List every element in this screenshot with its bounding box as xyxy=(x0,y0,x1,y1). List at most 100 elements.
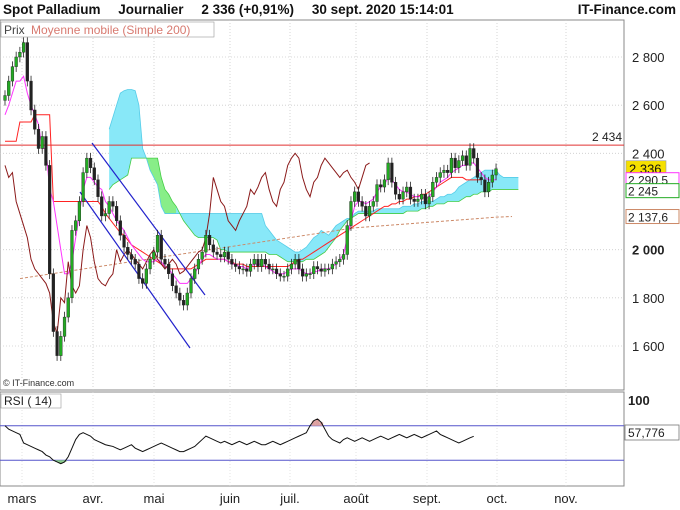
candle-down xyxy=(360,201,364,207)
candle-up xyxy=(345,225,349,255)
candle-up xyxy=(438,172,442,178)
candle-down xyxy=(51,273,55,332)
x-tick-label: mars xyxy=(8,491,37,506)
rsi-label: RSI ( 14) xyxy=(4,394,52,408)
indicator-tag: 2 137,6 xyxy=(628,211,668,225)
candle-down xyxy=(274,268,279,274)
candle-up xyxy=(107,201,111,214)
candle-down xyxy=(390,162,394,183)
candle-down xyxy=(129,254,134,260)
candle-up xyxy=(487,182,491,193)
candle-down xyxy=(301,268,305,277)
candle-up xyxy=(59,336,63,356)
candle-up xyxy=(334,261,338,265)
candle-down xyxy=(207,235,212,246)
candle-up xyxy=(241,268,245,271)
candle-up xyxy=(252,259,256,265)
candle-down xyxy=(122,235,126,248)
candle-up xyxy=(468,148,472,166)
candle-down xyxy=(278,273,282,277)
candle-up xyxy=(155,235,160,253)
candle-down xyxy=(126,247,130,255)
candle-up xyxy=(367,206,372,217)
candle-down xyxy=(297,259,301,270)
candle-up xyxy=(62,316,67,337)
candle-down xyxy=(133,259,137,265)
candle-down xyxy=(141,278,145,284)
candle-down xyxy=(88,157,93,168)
candle-up xyxy=(260,259,264,267)
candle-up xyxy=(386,162,390,181)
x-tick-label: juin xyxy=(219,491,240,506)
candle-down xyxy=(483,179,487,193)
candle-up xyxy=(323,268,327,272)
candle-down xyxy=(315,266,320,270)
candle-up xyxy=(10,66,15,82)
candle-down xyxy=(226,251,230,260)
candle-down xyxy=(453,157,457,168)
candle-up xyxy=(457,160,461,168)
candle-up xyxy=(103,213,108,217)
candle-up xyxy=(40,136,44,149)
candle-down xyxy=(446,169,450,173)
resistance-tag: 2 434 xyxy=(592,130,622,144)
x-tick-label: avr. xyxy=(83,491,104,506)
candle-down xyxy=(263,259,267,265)
y-tick-label: 2 800 xyxy=(632,50,665,65)
candle-down xyxy=(48,165,52,274)
candle-down xyxy=(219,254,223,258)
candle-down xyxy=(397,194,401,200)
candle-up xyxy=(70,230,74,299)
candle-up xyxy=(405,186,409,193)
candle-down xyxy=(170,273,174,286)
candle-down xyxy=(423,194,427,205)
candle-down xyxy=(96,179,100,197)
candle-up xyxy=(81,172,85,202)
candle-up xyxy=(490,174,494,183)
candle-up xyxy=(401,191,405,200)
y-tick-label: 2 000 xyxy=(632,243,665,258)
rsi-value: 57,776 xyxy=(628,426,665,440)
candle-down xyxy=(237,266,241,270)
candle-down xyxy=(55,331,59,356)
candle-up xyxy=(7,80,11,96)
candle-up xyxy=(152,251,156,260)
x-tick-label: oct. xyxy=(487,491,508,506)
candle-up xyxy=(248,263,253,272)
rsi-value-tag: 57,776 xyxy=(624,424,680,441)
candle-up xyxy=(341,254,346,260)
candle-down xyxy=(319,268,323,272)
candle-down xyxy=(245,268,249,272)
candle-up xyxy=(312,266,316,274)
candle-up xyxy=(3,95,7,101)
candle-down xyxy=(36,129,41,149)
candle-down xyxy=(479,177,483,181)
candle-up xyxy=(14,56,18,67)
candle-up xyxy=(193,268,197,279)
candle-up xyxy=(293,259,297,265)
candle-up xyxy=(449,157,453,173)
candle-down xyxy=(178,292,182,301)
candle-up xyxy=(375,184,379,202)
watermark: © IT-Finance.com xyxy=(3,378,74,388)
legend: Prix Moyenne mobile (Simple 200) xyxy=(0,21,215,38)
candle-up xyxy=(382,179,387,188)
candle-down xyxy=(215,251,219,255)
candle-down xyxy=(33,109,37,130)
y-tick-label: 1 600 xyxy=(632,339,665,354)
candle-up xyxy=(148,259,152,270)
candle-up xyxy=(18,51,22,58)
candle-up xyxy=(338,259,342,262)
candle-down xyxy=(159,235,163,260)
candle-down xyxy=(181,300,186,306)
x-tick-label: sept. xyxy=(413,491,441,506)
candle-up xyxy=(349,201,353,226)
candle-up xyxy=(85,157,89,173)
candle-up xyxy=(442,169,446,173)
candle-up xyxy=(304,273,308,277)
candle-down xyxy=(211,244,215,253)
candle-down xyxy=(267,263,271,270)
candle-up xyxy=(494,168,498,176)
candle-up xyxy=(189,278,193,294)
candle-up xyxy=(200,251,204,260)
